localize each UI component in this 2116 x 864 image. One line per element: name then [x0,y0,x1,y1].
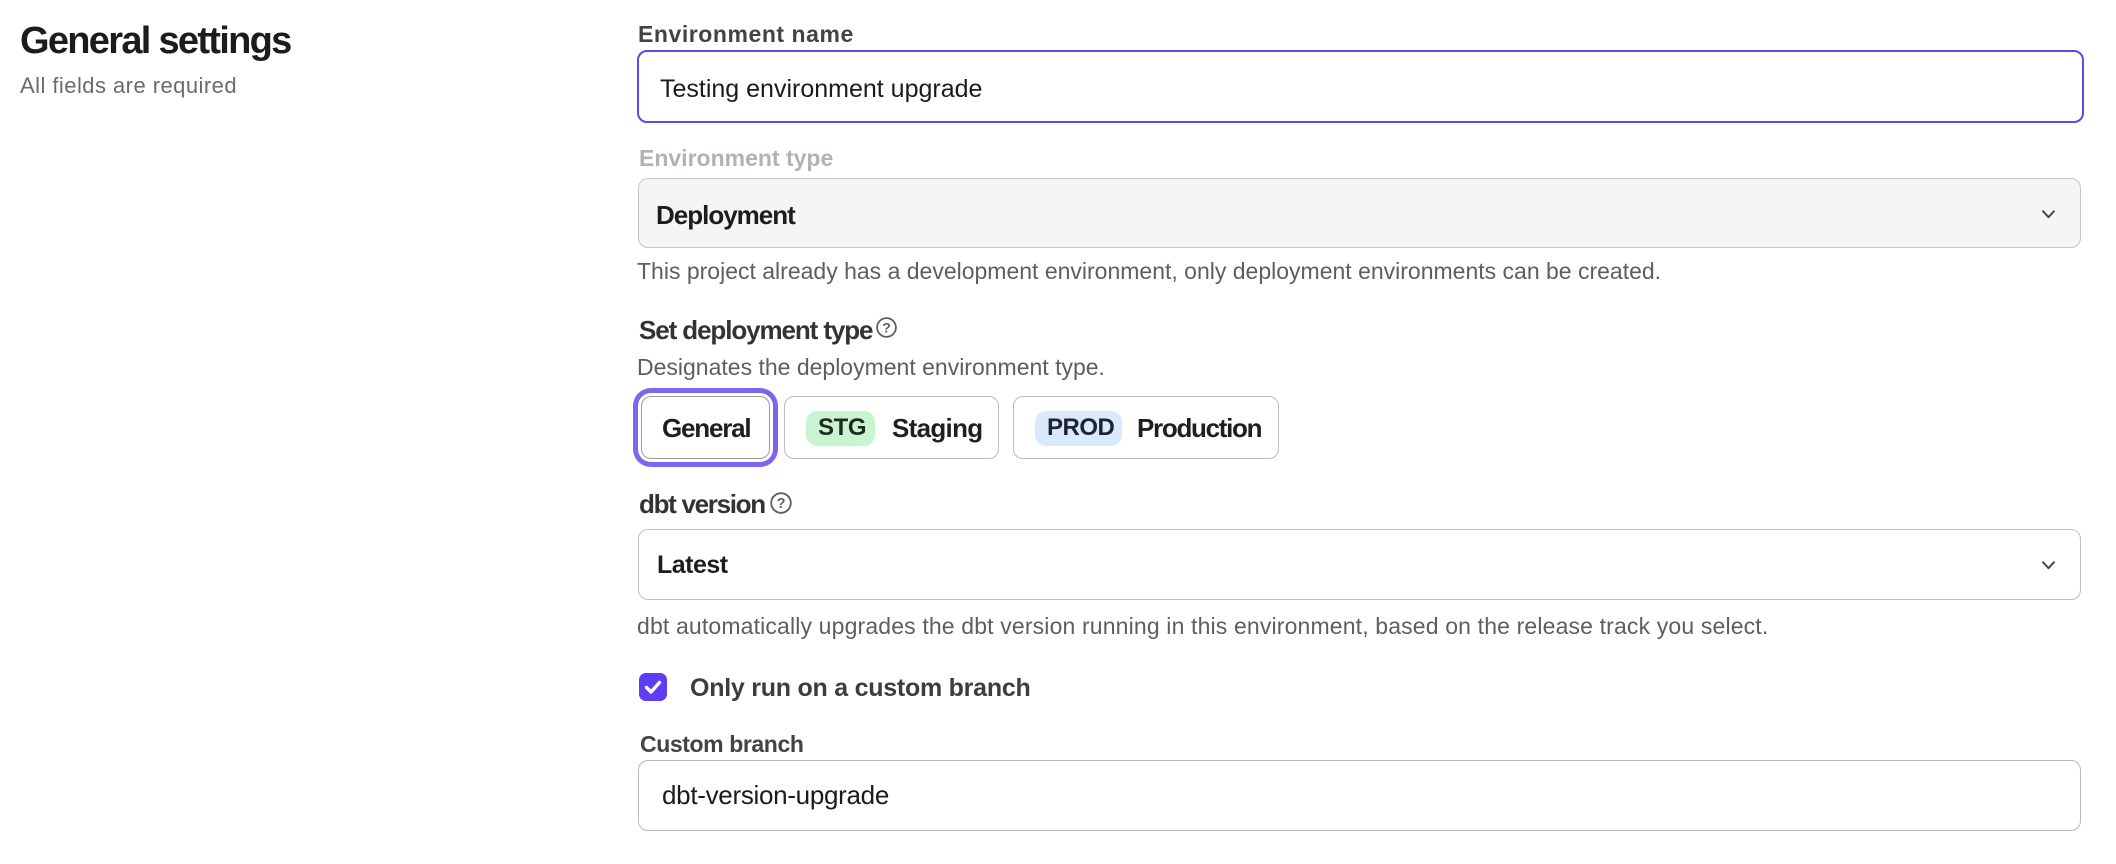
svg-text:?: ? [882,320,891,336]
svg-text:?: ? [777,496,786,512]
